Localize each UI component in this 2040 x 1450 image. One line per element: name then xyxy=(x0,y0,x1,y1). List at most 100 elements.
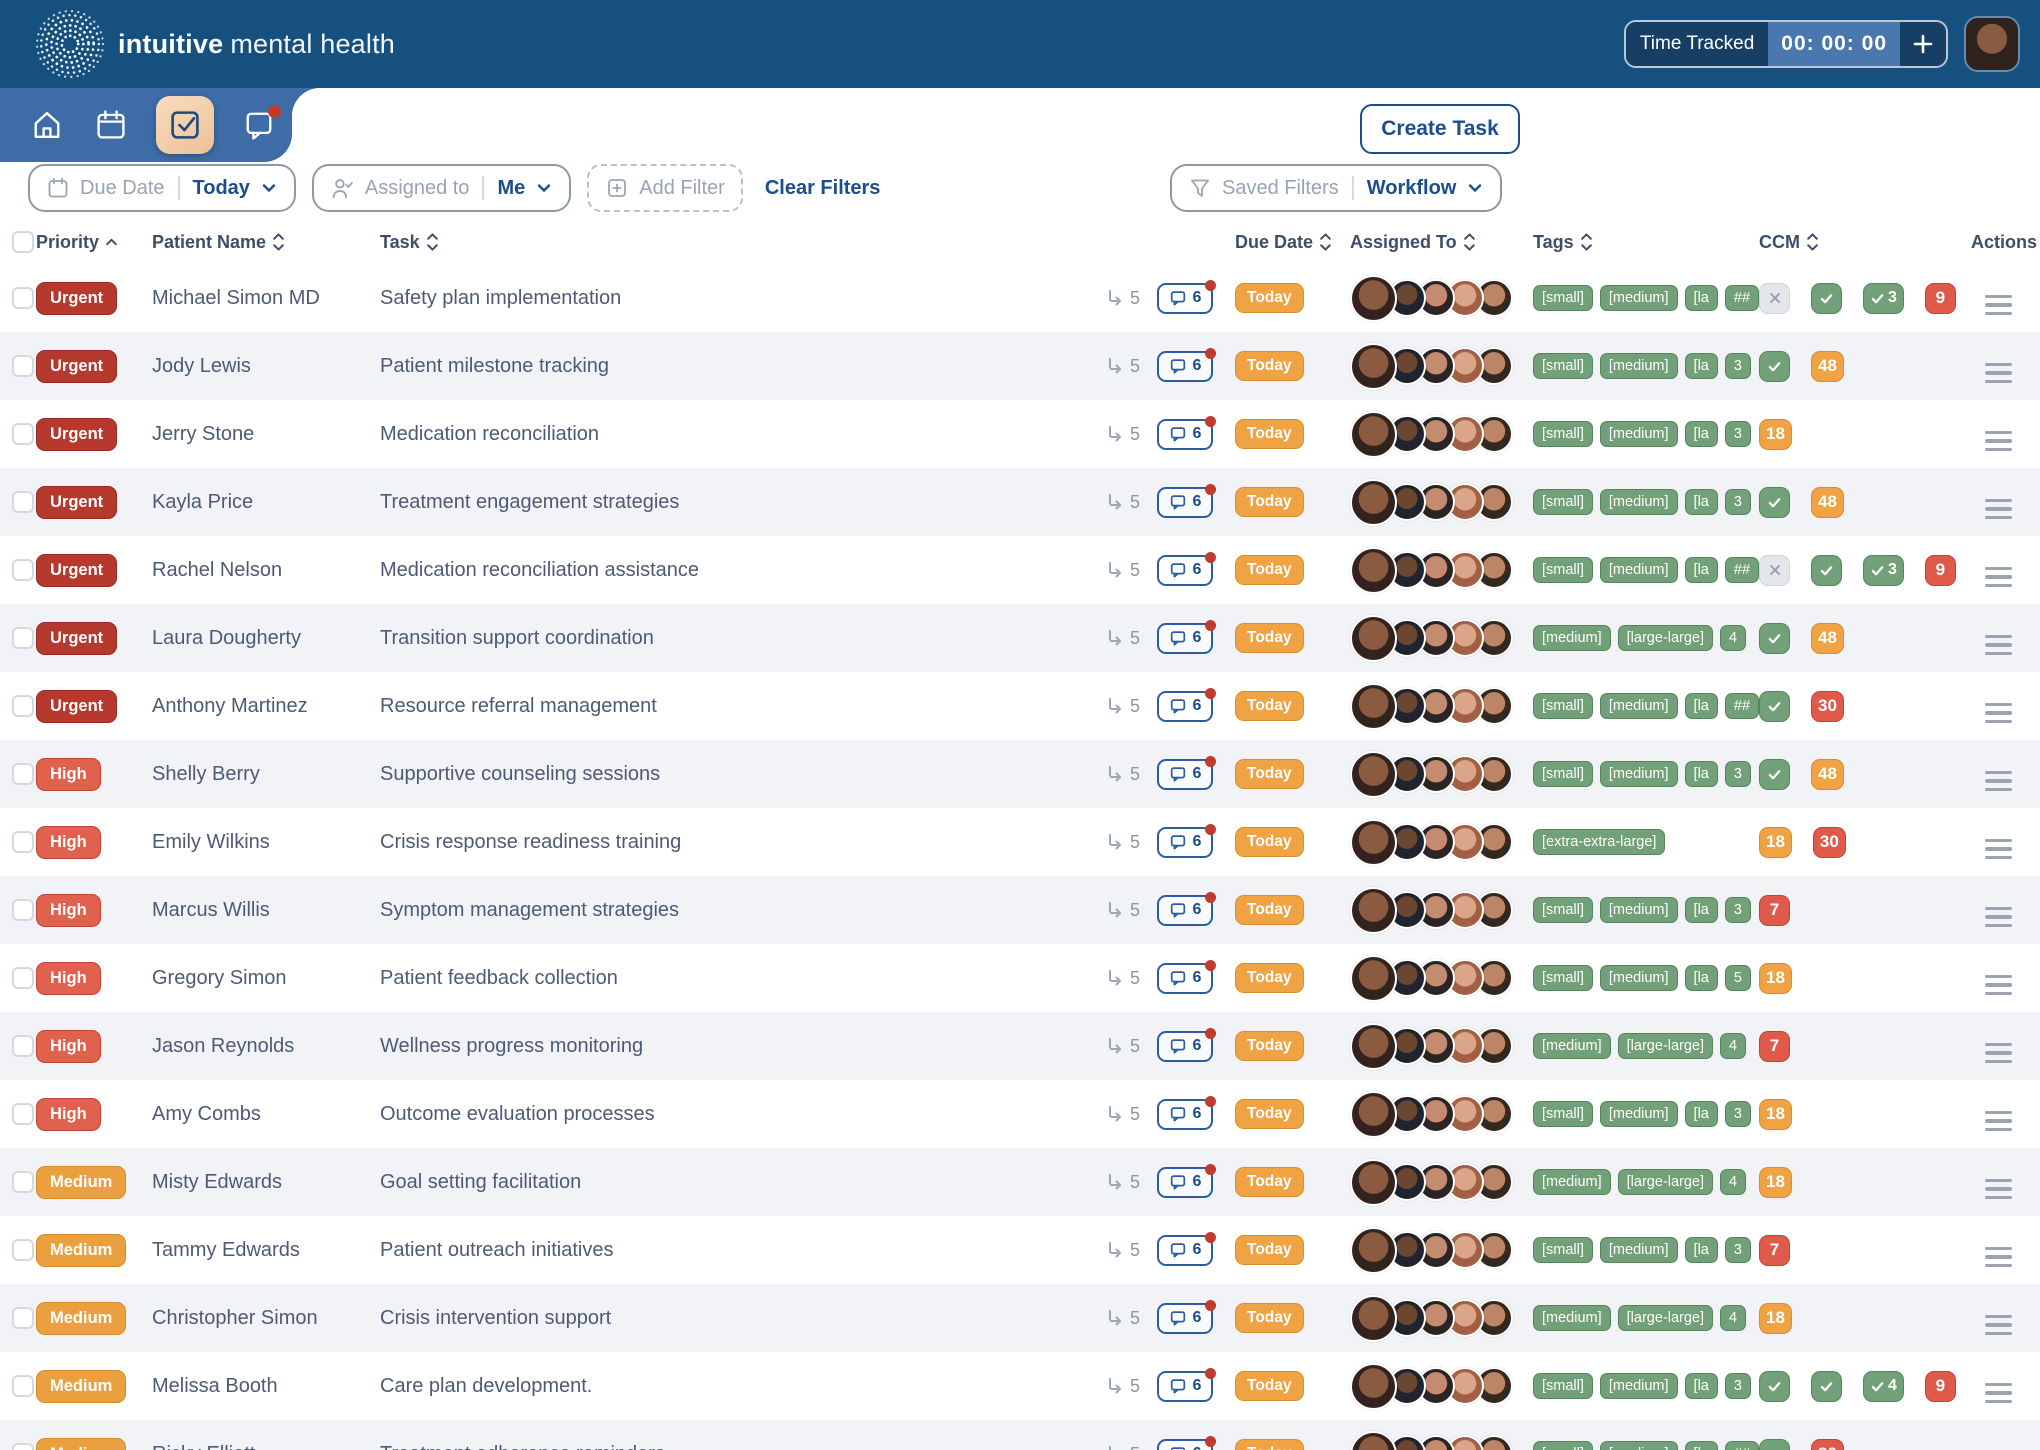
assignee-avatars[interactable] xyxy=(1350,683,1533,730)
assignee-avatar[interactable] xyxy=(1350,887,1397,934)
assignee-avatar[interactable] xyxy=(1350,1227,1397,1274)
task-title[interactable]: Treatment engagement strategies xyxy=(380,491,1105,514)
row-actions-menu[interactable] xyxy=(1985,499,2012,520)
comments-badge[interactable]: 6 xyxy=(1157,827,1213,858)
comments-badge[interactable]: 6 xyxy=(1157,487,1213,518)
row-checkbox[interactable] xyxy=(12,1239,34,1261)
row-actions-menu[interactable] xyxy=(1985,431,2012,452)
comments-badge[interactable]: 6 xyxy=(1157,1439,1213,1450)
row-checkbox[interactable] xyxy=(12,1375,34,1397)
assignee-avatars[interactable] xyxy=(1350,819,1533,866)
comments-badge[interactable]: 6 xyxy=(1157,895,1213,926)
nav-home[interactable] xyxy=(28,106,66,144)
filter-due-date[interactable]: Due Date Today xyxy=(28,164,296,212)
assignee-avatar[interactable] xyxy=(1350,547,1397,594)
patient-name[interactable]: Anthony Martinez xyxy=(152,695,380,718)
comments-badge[interactable]: 6 xyxy=(1157,283,1213,314)
task-title[interactable]: Patient milestone tracking xyxy=(380,355,1105,378)
comments-badge[interactable]: 6 xyxy=(1157,691,1213,722)
task-title[interactable]: Crisis intervention support xyxy=(380,1307,1105,1330)
patient-name[interactable]: Kayla Price xyxy=(152,491,380,514)
assignee-avatar[interactable] xyxy=(1350,1091,1397,1138)
comments-badge[interactable]: 6 xyxy=(1157,1303,1213,1334)
row-actions-menu[interactable] xyxy=(1985,1315,2012,1336)
column-header-ccm[interactable]: CCM xyxy=(1759,231,1971,253)
task-title[interactable]: Supportive counseling sessions xyxy=(380,763,1105,786)
assignee-avatar[interactable] xyxy=(1350,615,1397,662)
patient-name[interactable]: Jody Lewis xyxy=(152,355,380,378)
row-actions-menu[interactable] xyxy=(1985,1247,2012,1268)
select-all-checkbox[interactable] xyxy=(12,231,34,253)
patient-name[interactable]: Melissa Booth xyxy=(152,1375,380,1398)
assignee-avatars[interactable] xyxy=(1350,887,1533,934)
assignee-avatar[interactable] xyxy=(1350,479,1397,526)
column-header-patient-name[interactable]: Patient Name xyxy=(152,231,380,253)
patient-name[interactable]: Gregory Simon xyxy=(152,967,380,990)
row-actions-menu[interactable] xyxy=(1985,635,2012,656)
comments-badge[interactable]: 6 xyxy=(1157,1099,1213,1130)
row-checkbox[interactable] xyxy=(12,831,34,853)
assignee-avatar[interactable] xyxy=(1350,819,1397,866)
row-checkbox[interactable] xyxy=(12,627,34,649)
assignee-avatar[interactable] xyxy=(1350,343,1397,390)
row-checkbox[interactable] xyxy=(12,355,34,377)
comments-badge[interactable]: 6 xyxy=(1157,963,1213,994)
row-checkbox[interactable] xyxy=(12,1171,34,1193)
task-title[interactable]: Resource referral management xyxy=(380,695,1105,718)
assignee-avatar[interactable] xyxy=(1350,1159,1397,1206)
task-title[interactable]: Transition support coordination xyxy=(380,627,1105,650)
comments-badge[interactable]: 6 xyxy=(1157,351,1213,382)
comments-badge[interactable]: 6 xyxy=(1157,623,1213,654)
row-checkbox[interactable] xyxy=(12,1307,34,1329)
time-tracker-add-button[interactable] xyxy=(1900,22,1946,66)
row-actions-menu[interactable] xyxy=(1985,1111,2012,1132)
assignee-avatars[interactable] xyxy=(1350,1431,1533,1450)
row-checkbox[interactable] xyxy=(12,423,34,445)
row-actions-menu[interactable] xyxy=(1985,703,2012,724)
task-title[interactable]: Wellness progress monitoring xyxy=(380,1035,1105,1058)
row-checkbox[interactable] xyxy=(12,695,34,717)
patient-name[interactable]: Marcus Willis xyxy=(152,899,380,922)
comments-badge[interactable]: 6 xyxy=(1157,419,1213,450)
task-title[interactable]: Patient outreach initiatives xyxy=(380,1239,1105,1262)
row-actions-menu[interactable] xyxy=(1985,907,2012,928)
row-checkbox[interactable] xyxy=(12,1443,34,1450)
comments-badge[interactable]: 6 xyxy=(1157,1235,1213,1266)
comments-badge[interactable]: 6 xyxy=(1157,555,1213,586)
row-actions-menu[interactable] xyxy=(1985,1179,2012,1200)
row-actions-menu[interactable] xyxy=(1985,1043,2012,1064)
assignee-avatars[interactable] xyxy=(1350,1159,1533,1206)
task-title[interactable]: Symptom management strategies xyxy=(380,899,1105,922)
nav-messages[interactable] xyxy=(240,106,278,144)
row-actions-menu[interactable] xyxy=(1985,839,2012,860)
task-title[interactable]: Goal setting facilitation xyxy=(380,1171,1105,1194)
assignee-avatars[interactable] xyxy=(1350,615,1533,662)
assignee-avatars[interactable] xyxy=(1350,275,1533,322)
task-title[interactable]: Patient feedback collection xyxy=(380,967,1105,990)
assignee-avatar[interactable] xyxy=(1350,411,1397,458)
assignee-avatar[interactable] xyxy=(1350,751,1397,798)
assignee-avatar[interactable] xyxy=(1350,1363,1397,1410)
nav-calendar[interactable] xyxy=(92,106,130,144)
patient-name[interactable]: Emily Wilkins xyxy=(152,831,380,854)
user-avatar[interactable] xyxy=(1966,18,2018,70)
row-actions-menu[interactable] xyxy=(1985,295,2012,316)
assignee-avatars[interactable] xyxy=(1350,1363,1533,1410)
assignee-avatars[interactable] xyxy=(1350,1295,1533,1342)
create-task-button[interactable]: Create Task xyxy=(1360,104,1520,154)
assignee-avatars[interactable] xyxy=(1350,411,1533,458)
assignee-avatars[interactable] xyxy=(1350,1227,1533,1274)
task-title[interactable]: Treatment adherence reminders xyxy=(380,1443,1105,1450)
column-header-assigned-to[interactable]: Assigned To xyxy=(1350,231,1533,253)
assignee-avatar[interactable] xyxy=(1350,1431,1397,1450)
assignee-avatar[interactable] xyxy=(1350,955,1397,1002)
task-title[interactable]: Crisis response readiness training xyxy=(380,831,1105,854)
assignee-avatar[interactable] xyxy=(1350,275,1397,322)
add-filter-button[interactable]: Add Filter xyxy=(587,164,743,212)
patient-name[interactable]: Misty Edwards xyxy=(152,1171,380,1194)
task-title[interactable]: Medication reconciliation xyxy=(380,423,1105,446)
row-checkbox[interactable] xyxy=(12,559,34,581)
column-header-due-date[interactable]: Due Date xyxy=(1235,231,1350,253)
comments-badge[interactable]: 6 xyxy=(1157,759,1213,790)
saved-filters-dropdown[interactable]: Saved Filters Workflow xyxy=(1170,164,1502,212)
